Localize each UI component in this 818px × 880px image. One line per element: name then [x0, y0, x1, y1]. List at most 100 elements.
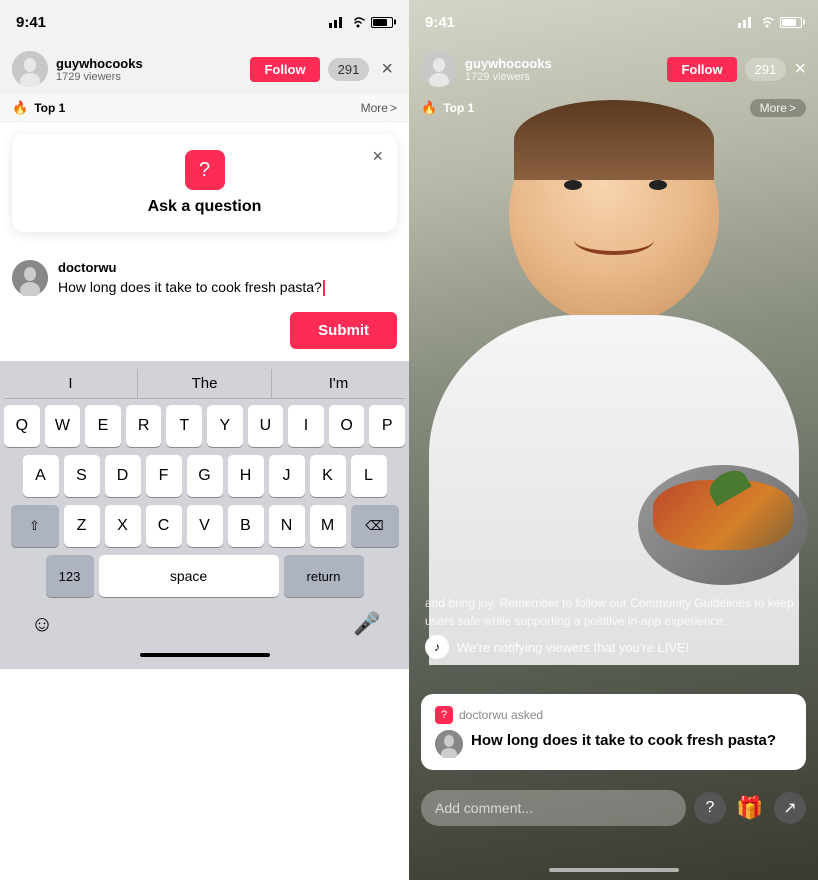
emoji-mic-row: ☺ 🎤 [4, 603, 405, 645]
left-viewer-count: 291 [328, 58, 370, 81]
keyboard-row-2: A S D F G H J K L [4, 455, 405, 497]
gift-action-button[interactable]: 🎁 [734, 792, 766, 824]
shift-key[interactable]: ⇧ [11, 505, 59, 547]
key-l[interactable]: L [351, 455, 387, 497]
questioner-avatar [12, 260, 48, 296]
key-m[interactable]: M [310, 505, 346, 547]
modal-close-button[interactable]: × [372, 146, 383, 167]
comment-input[interactable]: Add comment... [421, 790, 686, 826]
signal-icon [329, 16, 345, 28]
delete-key[interactable]: ⌫ [351, 505, 399, 547]
qcard-question-icon: ? [435, 706, 453, 724]
key-b[interactable]: B [228, 505, 264, 547]
right-more-arrow: > [789, 101, 796, 115]
left-home-bar [140, 653, 270, 657]
key-w[interactable]: W [45, 405, 81, 447]
question-entry: doctorwu How long does it take to cook f… [0, 244, 409, 312]
comment-bar: Add comment... ? 🎁 ↗ [421, 786, 806, 830]
question-icon-container: ? [28, 150, 381, 190]
key-g[interactable]: G [187, 455, 223, 497]
key-v[interactable]: V [187, 505, 223, 547]
suggestion-the[interactable]: The [138, 369, 272, 398]
space-key[interactable]: space [99, 555, 279, 597]
right-avatar [421, 51, 457, 87]
left-fire-icon: 🔥 [12, 100, 28, 116]
battery-icon [371, 17, 393, 28]
qcard-asked-by: doctorwu asked [459, 708, 543, 722]
question-card-header: ? doctorwu asked [435, 706, 792, 724]
submit-button[interactable]: Submit [290, 312, 397, 349]
emoji-button[interactable]: ☺ [12, 603, 72, 645]
qcard-avatar [435, 730, 463, 758]
left-more-label: More [361, 101, 388, 115]
key-d[interactable]: D [105, 455, 141, 497]
right-follow-button[interactable]: Follow [667, 57, 736, 82]
keyboard-row-4: 123 space return [4, 555, 405, 597]
left-close-button[interactable]: × [377, 54, 397, 85]
key-a[interactable]: A [23, 455, 59, 497]
right-trending-bar: 🔥 Top 1 More > [409, 94, 818, 122]
right-more-label: More [760, 101, 787, 115]
keyboard-row-3: ⇧ Z X C V B N M ⌫ [4, 505, 405, 547]
right-status-bar: 9:41 [409, 0, 818, 44]
question-mark-icon: ? [199, 159, 210, 182]
question-card: ? doctorwu asked How long does it take t… [421, 694, 806, 770]
key-p[interactable]: P [369, 405, 405, 447]
share-action-button[interactable]: ↗ [774, 792, 806, 824]
key-c[interactable]: C [146, 505, 182, 547]
right-more-button[interactable]: More > [750, 99, 806, 117]
key-n[interactable]: N [269, 505, 305, 547]
questioner-username: doctorwu [58, 260, 397, 275]
key-o[interactable]: O [329, 405, 365, 447]
left-trending-bar: 🔥 Top 1 More > [0, 94, 409, 122]
key-t[interactable]: T [166, 405, 202, 447]
left-phone: 9:41 [0, 0, 409, 880]
question-card-body: How long does it take to cook fresh past… [435, 730, 792, 758]
key-y[interactable]: Y [207, 405, 243, 447]
right-close-button[interactable]: × [794, 58, 806, 81]
left-status-time: 9:41 [16, 14, 46, 31]
key-f[interactable]: F [146, 455, 182, 497]
keyboard-row-1: Q W E R T Y U I O P [4, 405, 405, 447]
key-j[interactable]: J [269, 455, 305, 497]
left-more-arrow: > [390, 101, 397, 115]
right-home-indicator [409, 868, 818, 872]
left-more-button[interactable]: More > [361, 101, 397, 115]
key-e[interactable]: E [85, 405, 121, 447]
key-h[interactable]: H [228, 455, 264, 497]
word-suggestions: I The I'm [4, 369, 405, 399]
key-i[interactable]: I [288, 405, 324, 447]
right-fire-icon: 🔥 [421, 100, 437, 116]
suggestion-im[interactable]: I'm [272, 369, 405, 398]
mic-button[interactable]: 🎤 [337, 603, 397, 645]
key-x[interactable]: X [105, 505, 141, 547]
return-key[interactable]: return [284, 555, 364, 597]
key-q[interactable]: Q [4, 405, 40, 447]
suggestion-i[interactable]: I [4, 369, 138, 398]
left-home-indicator [4, 645, 405, 665]
num-key[interactable]: 123 [46, 555, 94, 597]
key-k[interactable]: K [310, 455, 346, 497]
left-user-info: guywhocooks 1729 viewers [56, 56, 242, 83]
question-content: doctorwu How long does it take to cook f… [58, 260, 397, 296]
left-status-icons [329, 16, 393, 28]
question-action-icon: ? [694, 792, 726, 824]
right-viewer-count: 291 [745, 58, 787, 81]
left-follow-button[interactable]: Follow [250, 57, 319, 82]
right-top-badge: Top 1 [443, 101, 474, 115]
key-s[interactable]: S [64, 455, 100, 497]
chef-right-eye [649, 180, 667, 190]
notification-text: We're notifying viewers that you're LIVE… [457, 640, 689, 655]
right-user-info: guywhocooks 1729 viewers [465, 56, 659, 83]
question-action-button[interactable]: ? [694, 792, 726, 824]
keyboard: I The I'm Q W E R T Y U I O P A S D F G … [0, 361, 409, 669]
right-battery-icon [780, 17, 802, 28]
tiktok-logo: ♪ [425, 635, 449, 659]
left-top-badge: Top 1 [34, 101, 65, 115]
key-r[interactable]: R [126, 405, 162, 447]
right-home-bar [549, 868, 679, 872]
question-text: How long does it take to cook fresh past… [58, 279, 397, 296]
key-z[interactable]: Z [64, 505, 100, 547]
right-status-time: 9:41 [425, 14, 455, 31]
key-u[interactable]: U [248, 405, 284, 447]
